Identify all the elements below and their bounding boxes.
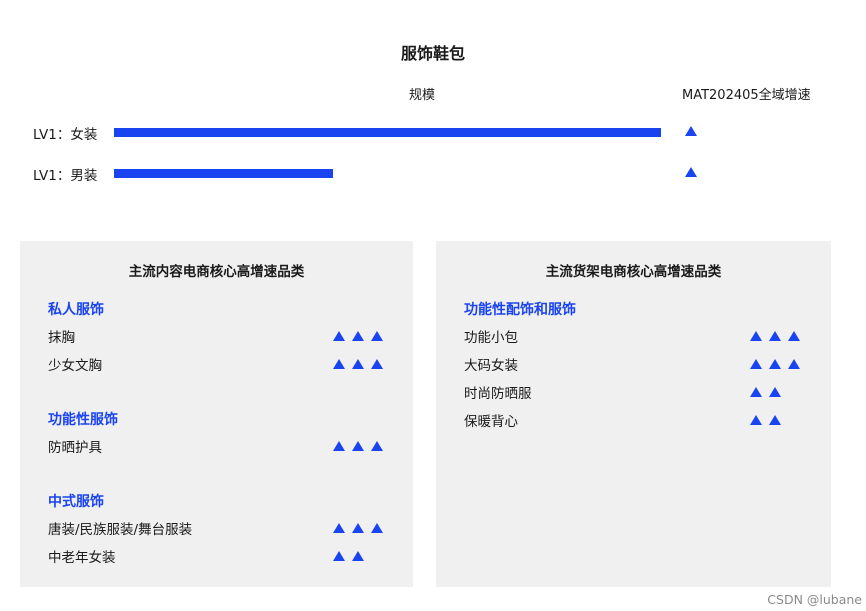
group-heading: 中式服饰 bbox=[48, 494, 104, 510]
category-item: 唐装/民族服装/舞台服装 bbox=[48, 522, 193, 538]
category-panel: 主流货架电商核心高增速品类功能性配饰和服饰 功能小包大码女装时尚防晒服保暖背心 bbox=[436, 241, 831, 587]
triangle-up-icon bbox=[333, 359, 345, 369]
triangle-up-icon bbox=[685, 167, 697, 177]
triangle-up-icon bbox=[769, 359, 781, 369]
triangle-up-icon bbox=[685, 126, 697, 136]
triangle-up-icon bbox=[750, 387, 762, 397]
panel-title: 主流内容电商核心高增速品类 bbox=[128, 264, 305, 280]
bar-label: LV1：男装 bbox=[33, 168, 98, 184]
growth-indicator bbox=[333, 523, 383, 533]
triangle-up-icon bbox=[788, 359, 800, 369]
triangle-up-icon bbox=[352, 331, 364, 341]
panel-title: 主流货架电商核心高增速品类 bbox=[545, 264, 722, 280]
triangle-up-icon bbox=[371, 523, 383, 533]
triangle-up-icon bbox=[769, 387, 781, 397]
category-item: 少女文胸 bbox=[48, 358, 102, 374]
category-item: 保暖背心 bbox=[464, 414, 518, 430]
growth-indicator bbox=[750, 387, 781, 397]
triangle-up-icon bbox=[750, 415, 762, 425]
category-item: 时尚防晒服 bbox=[464, 386, 532, 402]
growth-column-header: MAT202405全域增速 bbox=[682, 88, 811, 103]
triangle-up-icon bbox=[769, 331, 781, 341]
triangle-up-icon bbox=[788, 331, 800, 341]
watermark: CSDN @lubane bbox=[767, 592, 862, 607]
triangle-up-icon bbox=[371, 331, 383, 341]
category-panel: 主流内容电商核心高增速品类私人服饰抹胸少女文胸功能性服饰防晒护具中式服饰唐装/民… bbox=[20, 241, 413, 587]
triangle-up-icon bbox=[352, 551, 364, 561]
category-item: 抹胸 bbox=[48, 330, 75, 346]
triangle-up-icon bbox=[371, 441, 383, 451]
triangle-up-icon bbox=[352, 441, 364, 451]
chart-title: 服饰鞋包 bbox=[400, 44, 465, 63]
category-item: 防晒护具 bbox=[48, 440, 102, 456]
growth-indicator bbox=[333, 331, 383, 341]
growth-indicator bbox=[333, 441, 383, 451]
category-item: 大码女装 bbox=[464, 358, 518, 374]
bar-label: LV1：女装 bbox=[33, 127, 98, 143]
triangle-up-icon bbox=[750, 331, 762, 341]
group-heading: 功能性服饰 bbox=[48, 412, 118, 428]
value-column-header: 规模 bbox=[409, 88, 436, 103]
bar bbox=[114, 169, 333, 178]
triangle-up-icon bbox=[750, 359, 762, 369]
triangle-up-icon bbox=[769, 415, 781, 425]
group-heading: 功能性配饰和服饰 bbox=[464, 302, 576, 318]
triangle-up-icon bbox=[333, 331, 345, 341]
triangle-up-icon bbox=[352, 359, 364, 369]
category-item: 中老年女装 bbox=[48, 550, 116, 566]
growth-indicator bbox=[750, 359, 800, 369]
triangle-up-icon bbox=[371, 359, 383, 369]
triangle-up-icon bbox=[333, 523, 345, 533]
group-heading: 私人服饰 bbox=[48, 302, 104, 318]
growth-indicator bbox=[750, 415, 781, 425]
triangle-up-icon bbox=[333, 551, 345, 561]
growth-indicator bbox=[333, 359, 383, 369]
growth-indicator bbox=[333, 551, 364, 561]
growth-indicator bbox=[750, 331, 800, 341]
bar bbox=[114, 128, 661, 137]
triangle-up-icon bbox=[333, 441, 345, 451]
category-item: 功能小包 bbox=[464, 330, 518, 346]
triangle-up-icon bbox=[352, 523, 364, 533]
